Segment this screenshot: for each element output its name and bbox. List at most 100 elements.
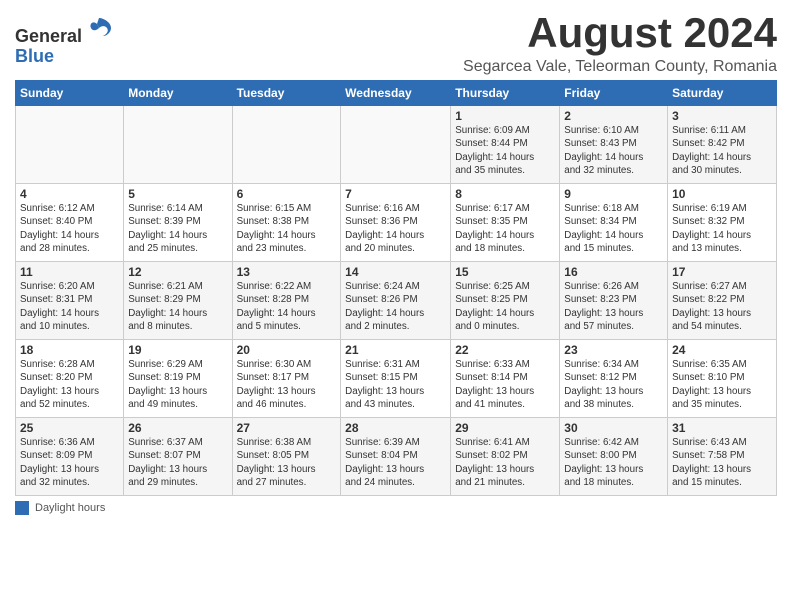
- weekday-header: Thursday: [451, 81, 560, 106]
- calendar-cell: 3Sunrise: 6:11 AMSunset: 8:42 PMDaylight…: [668, 106, 777, 184]
- day-info: Sunrise: 6:41 AMSunset: 8:02 PMDaylight:…: [455, 436, 555, 489]
- day-number: 28: [345, 421, 446, 435]
- calendar-week-row: 18Sunrise: 6:28 AMSunset: 8:20 PMDayligh…: [16, 340, 777, 418]
- day-number: 5: [128, 187, 227, 201]
- logo-text: General Blue: [15, 14, 113, 67]
- calendar-cell: 29Sunrise: 6:41 AMSunset: 8:02 PMDayligh…: [451, 418, 560, 496]
- page-container: General Blue August 2024 Segarcea Vale, …: [0, 0, 792, 520]
- calendar-week-row: 25Sunrise: 6:36 AMSunset: 8:09 PMDayligh…: [16, 418, 777, 496]
- calendar-cell: 2Sunrise: 6:10 AMSunset: 8:43 PMDaylight…: [560, 106, 668, 184]
- footer-label: Daylight hours: [35, 502, 105, 514]
- calendar-cell: 10Sunrise: 6:19 AMSunset: 8:32 PMDayligh…: [668, 184, 777, 262]
- day-number: 31: [672, 421, 772, 435]
- calendar-cell: 13Sunrise: 6:22 AMSunset: 8:28 PMDayligh…: [232, 262, 341, 340]
- day-info: Sunrise: 6:39 AMSunset: 8:04 PMDaylight:…: [345, 436, 446, 489]
- calendar-cell: 17Sunrise: 6:27 AMSunset: 8:22 PMDayligh…: [668, 262, 777, 340]
- day-number: 7: [345, 187, 446, 201]
- day-number: 11: [20, 265, 119, 279]
- calendar-header-row: SundayMondayTuesdayWednesdayThursdayFrid…: [16, 81, 777, 106]
- calendar-cell: 21Sunrise: 6:31 AMSunset: 8:15 PMDayligh…: [341, 340, 451, 418]
- day-number: 15: [455, 265, 555, 279]
- day-number: 27: [237, 421, 337, 435]
- month-title: August 2024: [463, 10, 777, 56]
- day-info: Sunrise: 6:12 AMSunset: 8:40 PMDaylight:…: [20, 202, 119, 255]
- day-number: 1: [455, 109, 555, 123]
- calendar-cell: 30Sunrise: 6:42 AMSunset: 8:00 PMDayligh…: [560, 418, 668, 496]
- title-section: August 2024 Segarcea Vale, Teleorman Cou…: [463, 10, 777, 76]
- calendar-cell: 7Sunrise: 6:16 AMSunset: 8:36 PMDaylight…: [341, 184, 451, 262]
- calendar-cell: 16Sunrise: 6:26 AMSunset: 8:23 PMDayligh…: [560, 262, 668, 340]
- day-number: 4: [20, 187, 119, 201]
- calendar-cell: 26Sunrise: 6:37 AMSunset: 8:07 PMDayligh…: [124, 418, 232, 496]
- day-info: Sunrise: 6:42 AMSunset: 8:00 PMDaylight:…: [564, 436, 663, 489]
- calendar-cell: 20Sunrise: 6:30 AMSunset: 8:17 PMDayligh…: [232, 340, 341, 418]
- calendar-cell: [124, 106, 232, 184]
- day-info: Sunrise: 6:24 AMSunset: 8:26 PMDaylight:…: [345, 280, 446, 333]
- weekday-header: Saturday: [668, 81, 777, 106]
- calendar-cell: [16, 106, 124, 184]
- header: General Blue August 2024 Segarcea Vale, …: [15, 10, 777, 76]
- day-number: 3: [672, 109, 772, 123]
- day-info: Sunrise: 6:22 AMSunset: 8:28 PMDaylight:…: [237, 280, 337, 333]
- calendar-cell: 1Sunrise: 6:09 AMSunset: 8:44 PMDaylight…: [451, 106, 560, 184]
- day-number: 17: [672, 265, 772, 279]
- calendar-cell: 27Sunrise: 6:38 AMSunset: 8:05 PMDayligh…: [232, 418, 341, 496]
- calendar-cell: 8Sunrise: 6:17 AMSunset: 8:35 PMDaylight…: [451, 184, 560, 262]
- calendar-cell: 15Sunrise: 6:25 AMSunset: 8:25 PMDayligh…: [451, 262, 560, 340]
- calendar-cell: 5Sunrise: 6:14 AMSunset: 8:39 PMDaylight…: [124, 184, 232, 262]
- day-number: 24: [672, 343, 772, 357]
- weekday-header: Sunday: [16, 81, 124, 106]
- calendar-week-row: 4Sunrise: 6:12 AMSunset: 8:40 PMDaylight…: [16, 184, 777, 262]
- day-number: 9: [564, 187, 663, 201]
- calendar-cell: 11Sunrise: 6:20 AMSunset: 8:31 PMDayligh…: [16, 262, 124, 340]
- day-number: 19: [128, 343, 227, 357]
- day-info: Sunrise: 6:25 AMSunset: 8:25 PMDaylight:…: [455, 280, 555, 333]
- day-number: 21: [345, 343, 446, 357]
- day-number: 18: [20, 343, 119, 357]
- logo-bird-icon: [85, 14, 113, 42]
- calendar-cell: 24Sunrise: 6:35 AMSunset: 8:10 PMDayligh…: [668, 340, 777, 418]
- calendar-cell: 12Sunrise: 6:21 AMSunset: 8:29 PMDayligh…: [124, 262, 232, 340]
- day-info: Sunrise: 6:29 AMSunset: 8:19 PMDaylight:…: [128, 358, 227, 411]
- day-info: Sunrise: 6:37 AMSunset: 8:07 PMDaylight:…: [128, 436, 227, 489]
- calendar-cell: 4Sunrise: 6:12 AMSunset: 8:40 PMDaylight…: [16, 184, 124, 262]
- day-info: Sunrise: 6:35 AMSunset: 8:10 PMDaylight:…: [672, 358, 772, 411]
- day-info: Sunrise: 6:18 AMSunset: 8:34 PMDaylight:…: [564, 202, 663, 255]
- day-number: 25: [20, 421, 119, 435]
- day-info: Sunrise: 6:26 AMSunset: 8:23 PMDaylight:…: [564, 280, 663, 333]
- logo: General Blue: [15, 14, 113, 67]
- calendar-cell: 14Sunrise: 6:24 AMSunset: 8:26 PMDayligh…: [341, 262, 451, 340]
- calendar-cell: 19Sunrise: 6:29 AMSunset: 8:19 PMDayligh…: [124, 340, 232, 418]
- logo-general: General: [15, 26, 82, 46]
- day-info: Sunrise: 6:43 AMSunset: 7:58 PMDaylight:…: [672, 436, 772, 489]
- day-number: 29: [455, 421, 555, 435]
- day-info: Sunrise: 6:31 AMSunset: 8:15 PMDaylight:…: [345, 358, 446, 411]
- day-number: 26: [128, 421, 227, 435]
- weekday-header: Wednesday: [341, 81, 451, 106]
- day-number: 13: [237, 265, 337, 279]
- calendar-cell: 25Sunrise: 6:36 AMSunset: 8:09 PMDayligh…: [16, 418, 124, 496]
- calendar-cell: [341, 106, 451, 184]
- day-number: 10: [672, 187, 772, 201]
- day-info: Sunrise: 6:15 AMSunset: 8:38 PMDaylight:…: [237, 202, 337, 255]
- day-number: 2: [564, 109, 663, 123]
- day-number: 23: [564, 343, 663, 357]
- calendar-cell: 31Sunrise: 6:43 AMSunset: 7:58 PMDayligh…: [668, 418, 777, 496]
- day-info: Sunrise: 6:33 AMSunset: 8:14 PMDaylight:…: [455, 358, 555, 411]
- day-info: Sunrise: 6:14 AMSunset: 8:39 PMDaylight:…: [128, 202, 227, 255]
- footer: Daylight hours: [15, 501, 777, 515]
- daylight-color-box: [15, 501, 29, 515]
- day-number: 22: [455, 343, 555, 357]
- day-number: 6: [237, 187, 337, 201]
- weekday-header: Monday: [124, 81, 232, 106]
- subtitle: Segarcea Vale, Teleorman County, Romania: [463, 58, 777, 76]
- logo-blue: Blue: [15, 46, 54, 66]
- calendar-cell: 23Sunrise: 6:34 AMSunset: 8:12 PMDayligh…: [560, 340, 668, 418]
- day-info: Sunrise: 6:28 AMSunset: 8:20 PMDaylight:…: [20, 358, 119, 411]
- day-info: Sunrise: 6:16 AMSunset: 8:36 PMDaylight:…: [345, 202, 446, 255]
- calendar-table: SundayMondayTuesdayWednesdayThursdayFrid…: [15, 80, 777, 496]
- day-info: Sunrise: 6:30 AMSunset: 8:17 PMDaylight:…: [237, 358, 337, 411]
- weekday-header: Friday: [560, 81, 668, 106]
- day-info: Sunrise: 6:17 AMSunset: 8:35 PMDaylight:…: [455, 202, 555, 255]
- day-info: Sunrise: 6:27 AMSunset: 8:22 PMDaylight:…: [672, 280, 772, 333]
